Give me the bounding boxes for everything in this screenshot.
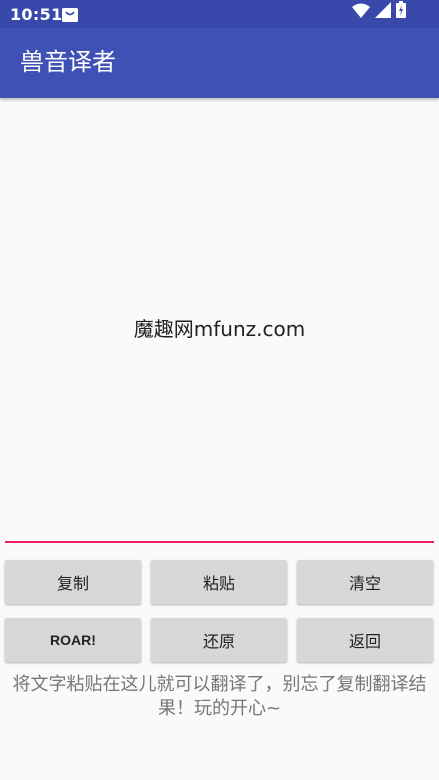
app-title: 兽音译者: [20, 48, 116, 76]
paste-button[interactable]: 粘贴: [151, 560, 287, 604]
translation-text-area[interactable]: 魔趣网mfunz.com: [0, 313, 439, 342]
status-time: 10:51: [10, 5, 63, 24]
back-button[interactable]: 返回: [297, 618, 433, 662]
input-underline: [5, 541, 434, 543]
status-bar: 10:51: [0, 0, 439, 28]
copy-button[interactable]: 复制: [5, 560, 141, 604]
wifi-icon: [352, 3, 370, 22]
restore-button[interactable]: 还原: [151, 618, 287, 662]
hint-text: 将文字粘贴在这儿就可以翻译了，别忘了复制翻译结果！玩的开心~: [12, 674, 427, 719]
clear-button[interactable]: 清空: [297, 560, 433, 604]
status-icons: [352, 1, 406, 22]
battery-icon: [396, 1, 406, 22]
notification-bag-icon: [61, 5, 79, 23]
signal-icon: [375, 2, 391, 22]
roar-button[interactable]: ROAR!: [5, 618, 141, 662]
app-bar: 兽音译者: [0, 28, 439, 98]
